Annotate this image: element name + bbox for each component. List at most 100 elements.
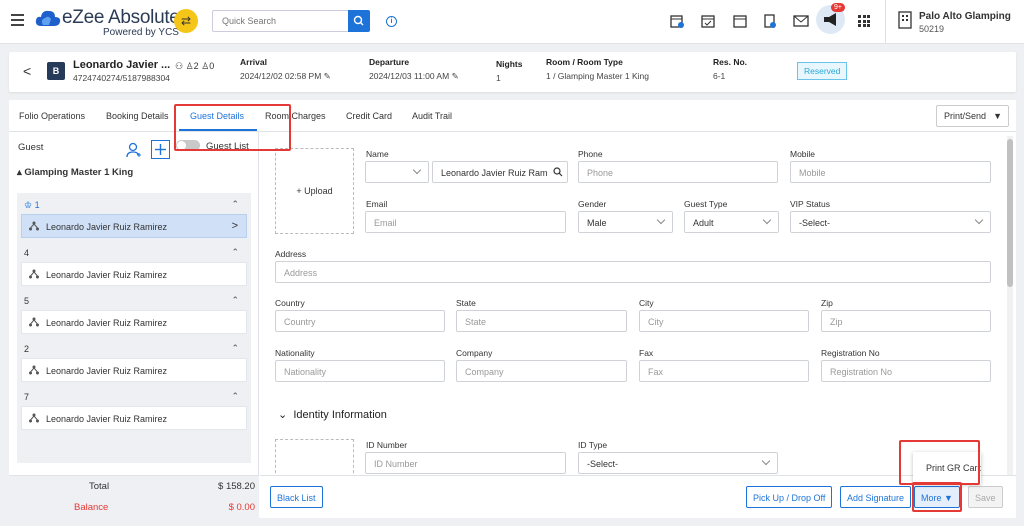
highlight-print-gr-card [899,440,980,485]
info-icon[interactable]: i [386,16,397,27]
guest-panel: Guest Guest List ▴ Glamping Master 1 Kin… [9,132,259,475]
totals-panel: Total $ 158.20 Balance $ 0.00 [9,475,259,518]
name-field[interactable]: Leonardo Javier Ruiz Ram [432,161,568,183]
guest-item[interactable]: Leonardo Javier Ruiz Ramirez [21,406,247,430]
room-type-label: Glamping Master 1 King [24,167,134,178]
departure-value: 2024/12/03 11:00 AM [369,71,450,81]
collapse-caret-icon: ▴ [17,167,22,178]
tab-folio-operations[interactable]: Folio Operations [19,111,85,121]
tab-audit-trail[interactable]: Audit Trail [412,111,452,121]
mobile-label: Mobile [790,149,816,159]
print-send-dropdown[interactable]: Print/Send ▼ [936,105,1009,127]
salutation-select[interactable] [365,161,429,183]
phone-label: Phone [578,149,603,159]
back-icon[interactable]: < [23,63,31,79]
room-label: Room / Room Type [546,57,623,67]
guest-item[interactable]: Leonardo Javier Ruiz Ramirez [21,358,247,382]
tab-credit-card[interactable]: Credit Card [346,111,392,121]
add-signature-button[interactable]: Add Signature [840,486,912,508]
country-field[interactable]: Country [275,310,445,332]
save-button[interactable]: Save [968,486,1003,508]
gender-select[interactable]: Male [578,211,673,233]
room-section-2[interactable]: 2 ⌃ [17,340,251,358]
company-field[interactable]: Company [456,360,627,382]
address-field[interactable]: Address [275,261,991,283]
calendar-add-icon[interactable] [669,13,685,29]
announcement-button[interactable]: 9+ [816,3,845,34]
room-section-7[interactable]: 7 ⌃ [17,388,251,406]
scrollbar[interactable] [1007,136,1013,476]
phone-field[interactable]: Phone [578,161,778,183]
gender-label: Gender [578,199,607,209]
add-guest-icon[interactable] [151,140,170,159]
status-badge: Reserved [797,62,848,80]
state-field[interactable]: State [456,310,627,332]
search-icon[interactable] [553,167,563,177]
reservation-summary: < B Leonardo Javier ... 4724740274/51879… [9,52,1016,92]
search-button[interactable] [348,10,370,32]
guest-item[interactable]: Leonardo Javier Ruiz Ramirez [21,262,247,286]
group-icon: ⚇ [175,61,184,71]
photo-upload[interactable]: + Upload [275,148,354,234]
building-icon [898,11,912,29]
sitemap-icon [29,365,39,375]
total-value: $ 158.20 [218,481,255,492]
chevron-up-icon: ⌃ [231,295,239,305]
nationality-label: Nationality [275,348,315,358]
email-field[interactable]: Email [365,211,566,233]
registration-no-field[interactable]: Registration No [821,360,991,382]
name-label: Name [366,149,389,159]
zip-field[interactable]: Zip [821,310,991,332]
highlight-more-button [912,482,962,512]
guest-item[interactable]: Leonardo Javier Ruiz Ramirez [21,310,247,334]
scrollbar-thumb[interactable] [1007,139,1013,287]
identity-section-toggle[interactable]: ⌄ Identity Information [278,408,387,421]
room-section-1[interactable]: ♔ 1 ⌃ [17,196,251,214]
calendar-icon[interactable] [732,13,748,29]
mail-icon[interactable] [793,13,809,29]
balance-label: Balance [74,502,109,513]
id-type-select[interactable]: -Select- [578,452,778,474]
fax-label: Fax [639,348,654,358]
room-section-5[interactable]: 5 ⌃ [17,292,251,310]
apps-grid-icon[interactable] [858,15,870,27]
search-input[interactable] [212,10,348,32]
vip-status-select[interactable]: -Select- [790,211,991,233]
brand-name: eZee Absolute [62,7,180,28]
tab-booking-details[interactable]: Booking Details [106,111,169,121]
guest-item[interactable]: Leonardo Javier Ruiz Ramirez > [21,214,247,238]
edit-icon[interactable]: ✎ [452,71,459,81]
guest-item-name: Leonardo Javier Ruiz Ramirez [46,366,168,376]
room-type-heading[interactable]: ▴ Glamping Master 1 King [17,167,133,178]
edit-icon[interactable]: ✎ [324,71,331,81]
room-info: Room / Room Type 1 / Glamping Master 1 Ki… [546,57,649,81]
chevron-up-icon: ⌃ [231,199,239,209]
fax-field[interactable]: Fax [639,360,809,382]
mobile-field[interactable]: Mobile [790,161,991,183]
guest-type-select[interactable]: Adult [684,211,779,233]
city-field[interactable]: City [639,310,809,332]
guest-list: ♔ 1 ⌃ Leonardo Javier Ruiz Ramirez > 4 ⌃ Le… [17,193,251,463]
id-number-field[interactable]: ID Number [365,452,566,474]
nationality-field[interactable]: Nationality [275,360,445,382]
state-label: State [456,298,476,308]
id-upload[interactable] [275,439,354,475]
pax-count: ⚇ ♙2 ♙0 [175,61,214,72]
shuffle-icon[interactable]: ⇄ [174,9,198,33]
add-contact-icon[interactable] [126,141,143,158]
invoice-icon[interactable] [762,13,778,29]
tab-bar: Folio Operations Booking Details Guest D… [9,100,1016,132]
black-list-button[interactable]: Black List [270,486,323,508]
address-label: Address [275,249,307,259]
pickup-dropoff-button[interactable]: Pick Up / Drop Off [746,486,833,508]
guest-item-name: Leonardo Javier Ruiz Ramirez [46,222,168,232]
room-section-4[interactable]: 4 ⌃ [17,244,251,262]
departure-label: Departure [369,57,410,67]
menu-icon[interactable] [11,14,24,29]
chevron-up-icon: ⌃ [231,343,239,353]
calendar-check-icon[interactable] [700,13,716,29]
hotel-selector[interactable]: Palo Alto Glamping 50219 [885,0,1011,44]
nights-label: Nights [496,59,523,69]
id-number-label: ID Number [366,440,408,450]
room-number: 7 [24,392,30,402]
